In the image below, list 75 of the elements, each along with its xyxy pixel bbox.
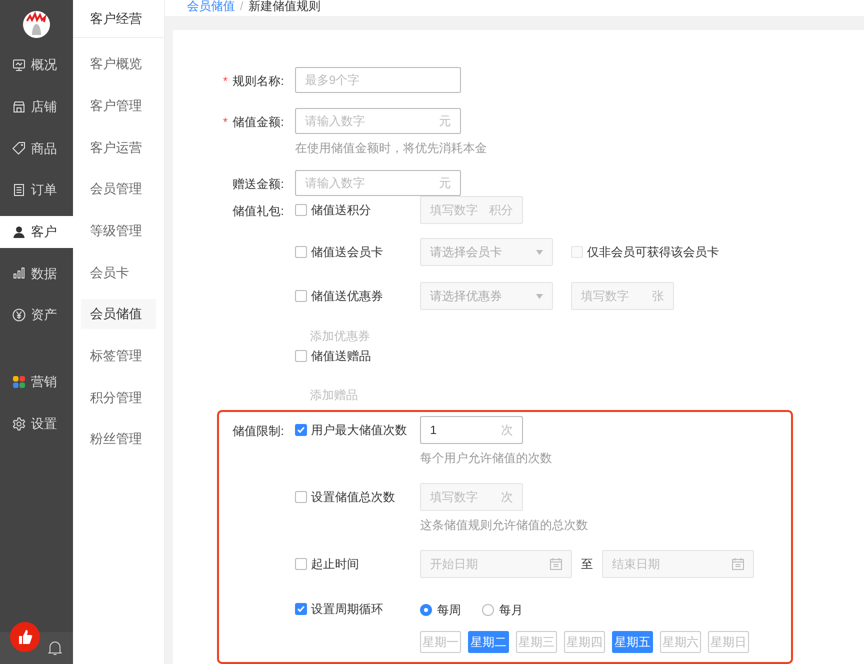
sidebar-item[interactable]: 设置 <box>0 408 73 440</box>
weekday-toggle[interactable]: 星期二 <box>468 631 509 653</box>
radio-button[interactable] <box>420 604 432 616</box>
input-field[interactable]: 1 次 <box>420 416 523 444</box>
shop-icon <box>12 100 26 114</box>
sidebar-item[interactable]: 数据 <box>0 257 73 290</box>
option-label: 储值送优惠券 <box>311 288 383 305</box>
checkbox[interactable] <box>295 204 307 216</box>
option-label: 储值送赠品 <box>311 348 371 365</box>
bell-icon[interactable] <box>48 640 62 656</box>
checkbox[interactable] <box>295 350 307 362</box>
user-icon <box>12 224 26 239</box>
caret-icon <box>536 250 543 254</box>
option-label: 用户最大储值次数 <box>311 422 407 439</box>
option-label: 起止时间 <box>311 556 359 573</box>
subnav-item[interactable]: 会员管理 <box>81 174 156 204</box>
hint-text: 这条储值规则允许储值的总次数 <box>420 518 588 532</box>
subnav-title: 客户经营 <box>73 0 164 38</box>
subnav-item[interactable]: 积分管理 <box>81 382 156 412</box>
sidebar-item[interactable]: 资产 <box>0 299 73 332</box>
checkbox[interactable] <box>295 246 307 258</box>
hint-text: 每个用户允许储值的次数 <box>420 451 552 465</box>
field-label: 赠送金额: <box>232 176 284 193</box>
sidebar-item[interactable]: 客户 <box>0 216 73 248</box>
thumbs-up-icon <box>17 629 33 645</box>
breadcrumb-link[interactable]: 会员储值 <box>187 0 235 15</box>
calendar-icon <box>550 558 562 570</box>
range-separator: 至 <box>581 556 593 573</box>
monitor-icon <box>12 58 26 72</box>
caret-icon <box>536 294 543 298</box>
radio-label: 每周 <box>437 602 461 619</box>
option-label: 设置储值总次数 <box>311 489 395 506</box>
breadcrumb-separator: / <box>240 0 244 15</box>
colored-squares-icon <box>12 375 26 390</box>
option-label: 设置周期循环 <box>311 601 383 618</box>
field-label: 储值限制: <box>232 423 284 440</box>
field-label: 储值礼包: <box>232 203 284 220</box>
sidebar-item[interactable]: 订单 <box>0 174 73 206</box>
sidebar-item[interactable]: 营销 <box>0 366 73 398</box>
subnav-item[interactable]: 客户运营 <box>81 132 156 162</box>
checkbox[interactable] <box>295 603 307 615</box>
bar-chart-icon <box>12 266 26 280</box>
subnav-item[interactable]: 等级管理 <box>81 216 156 246</box>
subnav-item[interactable]: 会员卡 <box>81 257 156 288</box>
option-label: 仅非会员可获得该会员卡 <box>587 244 719 261</box>
sidebar-item[interactable]: 店铺 <box>0 90 73 123</box>
radio-button[interactable] <box>482 604 494 616</box>
calendar-icon <box>732 558 744 570</box>
subnav-item[interactable]: 标签管理 <box>81 340 156 371</box>
sidebar-item[interactable]: 概况 <box>0 49 73 81</box>
yen-icon <box>12 308 26 322</box>
option-label: 储值送会员卡 <box>311 244 383 261</box>
option-label: 储值送积分 <box>311 202 371 219</box>
hint-text: 在使用储值金额时，将优先消耗本金 <box>295 141 487 155</box>
subnav-item[interactable]: 会员储值 <box>81 299 156 330</box>
checkbox[interactable] <box>295 424 307 436</box>
required-mark: * <box>222 114 228 131</box>
checkbox[interactable] <box>295 290 307 302</box>
breadcrumb-current: 新建储值规则 <box>248 0 320 15</box>
list-icon <box>12 183 26 198</box>
checkbox[interactable] <box>295 558 307 570</box>
subnav-item[interactable]: 客户概览 <box>81 49 156 79</box>
logo-icon <box>23 11 50 38</box>
radio-label: 每月 <box>499 602 523 619</box>
subnav-item[interactable]: 粉丝管理 <box>81 424 156 454</box>
required-mark: * <box>222 73 228 90</box>
subnav-item[interactable]: 客户管理 <box>81 90 156 121</box>
checkbox[interactable] <box>295 491 307 503</box>
weekday-toggle[interactable]: 星期五 <box>612 631 653 653</box>
tag-icon <box>12 141 26 156</box>
settings-icon <box>12 416 26 431</box>
field-label: 储值金额: <box>232 114 284 131</box>
sidebar-item[interactable]: 商品 <box>0 132 73 164</box>
thumbs-up-button[interactable] <box>10 622 40 652</box>
field-label: 规则名称: <box>232 73 284 90</box>
